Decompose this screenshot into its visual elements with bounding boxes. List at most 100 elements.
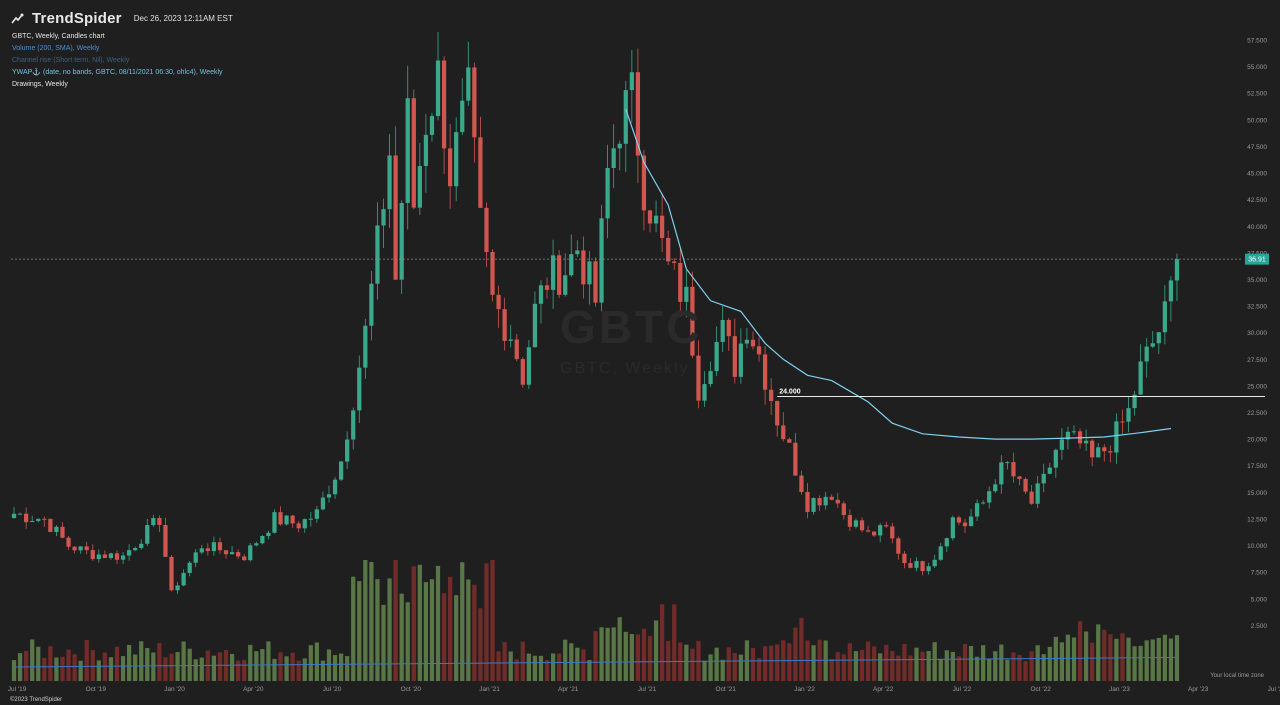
volume-bar	[332, 655, 338, 681]
candle-body	[781, 425, 786, 440]
candle-body	[599, 218, 604, 303]
volume-bar	[1144, 640, 1149, 681]
candle-body	[490, 251, 495, 295]
legend-drawings[interactable]: Drawings, Weekly	[12, 79, 223, 91]
candle-body	[872, 531, 877, 536]
legend-volume[interactable]: Volume (200, SMA), Weekly	[12, 43, 223, 55]
candle-body	[696, 355, 701, 401]
volume-bar	[466, 579, 471, 681]
candle-body	[411, 98, 416, 208]
volume-bar	[1090, 642, 1095, 681]
volume-bar	[914, 647, 919, 681]
volume-bar	[1083, 631, 1089, 681]
candle-body	[920, 561, 925, 572]
volume-bar	[175, 652, 180, 681]
candle-body	[345, 439, 350, 462]
volume-bar	[199, 657, 204, 681]
volume-bar	[1096, 624, 1101, 681]
volume-bar	[308, 645, 313, 681]
candle-body	[133, 547, 138, 551]
volume-bar	[102, 652, 108, 681]
volume-bar	[853, 651, 859, 681]
candle-body	[793, 442, 798, 476]
volume-bar	[1114, 638, 1119, 681]
y-tick-label: 15.000	[1247, 490, 1267, 497]
x-tick-label: Jul '19	[8, 686, 27, 693]
candle-body	[653, 215, 659, 224]
volume-bar	[617, 617, 622, 681]
ticker-watermark-sub: GBTC, Weekly	[560, 360, 690, 377]
candle-body	[363, 325, 368, 368]
candle-body	[375, 225, 380, 284]
volume-bar	[72, 654, 77, 681]
volume-bar	[641, 628, 647, 681]
y-tick-label: 22.500	[1247, 410, 1267, 417]
volume-bar	[393, 560, 398, 681]
volume-bar	[441, 593, 447, 681]
volume-bar	[242, 659, 247, 681]
candle-body	[320, 497, 326, 510]
x-tick-label: Oct '19	[86, 686, 107, 693]
candle-body	[762, 354, 768, 390]
y-tick-label: 30.000	[1247, 330, 1267, 337]
candle-body	[460, 100, 465, 133]
candle-body	[926, 566, 931, 572]
legend-vwap[interactable]: YWAP⚓ (date, no bands, GBTC, 08/11/2021 …	[12, 67, 223, 79]
candle-body	[678, 262, 683, 302]
candle-body	[502, 309, 507, 341]
legend-channel[interactable]: Channel rise (Short term, Nil), Weekly	[12, 55, 223, 67]
candle-body	[1053, 449, 1058, 468]
candle-body	[1017, 476, 1022, 479]
y-tick-label: 45.000	[1247, 171, 1267, 178]
candle-body	[387, 155, 392, 210]
candle-body	[520, 359, 525, 385]
volume-bar	[714, 647, 719, 681]
candle-body	[266, 532, 271, 536]
candle-body	[968, 516, 974, 527]
candle-body	[557, 255, 562, 295]
candle-body	[1083, 440, 1089, 444]
volume-bar	[611, 627, 616, 681]
trendspider-logo-icon	[11, 13, 24, 23]
candle-body	[290, 515, 295, 524]
candle-body	[54, 526, 59, 533]
candle-body	[811, 498, 816, 512]
volume-bar	[345, 656, 350, 681]
candle-body	[593, 261, 598, 303]
candle-body	[236, 552, 241, 557]
candle-body	[17, 513, 23, 515]
candle-body	[514, 339, 519, 360]
volume-bar	[363, 560, 368, 681]
candle-body	[726, 320, 731, 337]
y-tick-label: 20.000	[1247, 437, 1267, 444]
y-tick-label: 35.000	[1247, 277, 1267, 284]
candle-body	[211, 542, 217, 552]
volume-bar	[54, 657, 59, 681]
volume-bar	[738, 654, 743, 681]
candle-body	[744, 339, 750, 344]
x-tick-label: Jul '23	[1268, 686, 1280, 693]
x-tick-label: Oct '22	[1030, 686, 1051, 693]
candle-body	[526, 347, 531, 385]
candle-body	[24, 513, 29, 523]
candle-body	[381, 209, 386, 226]
volume-bar	[847, 643, 853, 681]
legend-chart-title[interactable]: GBTC, Weekly, Candles chart	[12, 31, 223, 43]
candle-body	[544, 285, 550, 290]
x-tick-label: Apr '21	[558, 686, 579, 693]
timezone-label[interactable]: Your local time zone	[1210, 673, 1264, 679]
candle-body	[248, 545, 253, 561]
y-tick-label: 32.500	[1247, 304, 1267, 311]
candle-body	[666, 237, 671, 262]
volume-bar	[66, 649, 71, 681]
volume-bar	[1047, 646, 1052, 681]
x-tick-label: Jul '22	[953, 686, 972, 693]
candle-body	[847, 515, 853, 527]
volume-bar	[835, 652, 840, 681]
volume-bar	[550, 653, 556, 681]
candle-body	[532, 303, 538, 348]
volume-bar	[454, 595, 459, 681]
volume-bar	[1132, 646, 1137, 681]
volume-bar	[950, 651, 955, 681]
volume-bar	[496, 651, 501, 681]
